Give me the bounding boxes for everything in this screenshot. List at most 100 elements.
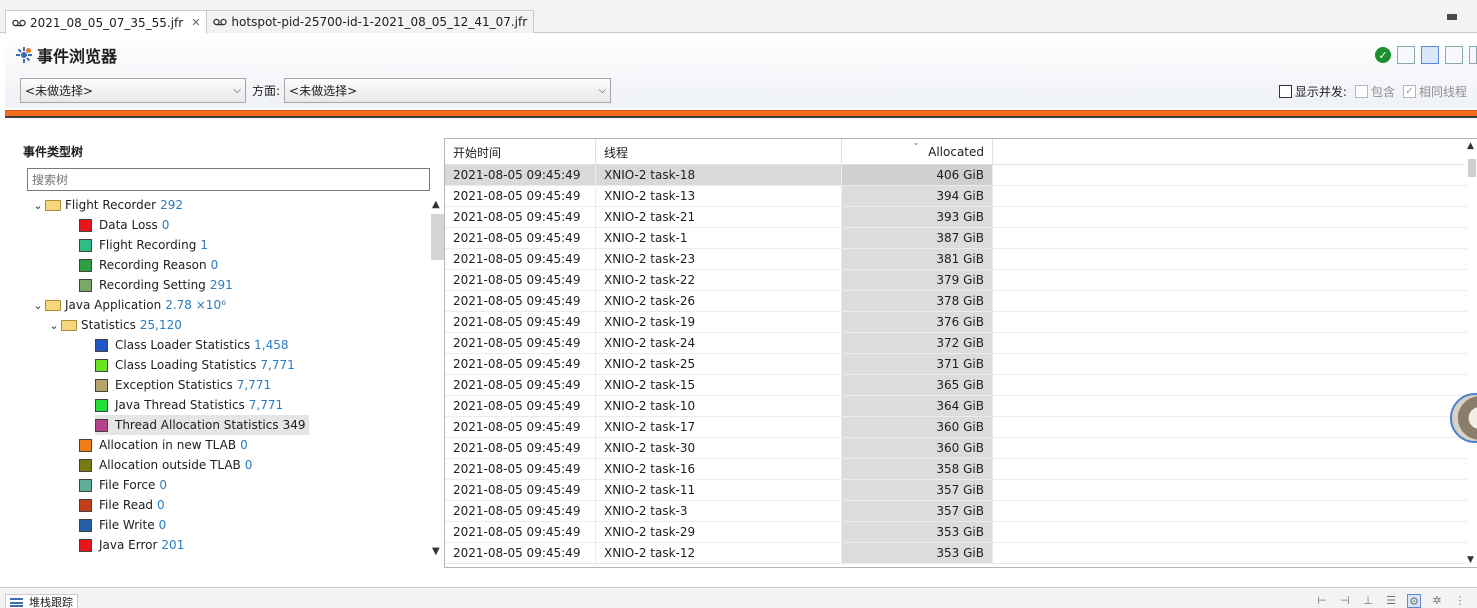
tree-node[interactable]: Allocation outside TLAB 0 bbox=[79, 455, 252, 475]
frame-icon[interactable]: ⊥ bbox=[1361, 594, 1375, 608]
tree-node[interactable]: Java Error 201 bbox=[79, 535, 184, 555]
tree-node[interactable]: Thread Allocation Statistics 349 bbox=[95, 415, 309, 435]
tree-node-count: 0 bbox=[210, 258, 219, 272]
tree-node[interactable]: Recording Setting 291 bbox=[79, 275, 233, 295]
tree-node-label: Thread Allocation Statistics bbox=[115, 418, 279, 432]
chevron-down-icon[interactable]: ⌄ bbox=[31, 199, 45, 212]
bottom-toolbar: ⊢ ⊣ ⊥ ☰ ⚙ ✲ ⋮ bbox=[1315, 594, 1467, 608]
table-scrollbar[interactable]: ▲ ▼ bbox=[1466, 139, 1477, 567]
tree-node[interactable]: File Force 0 bbox=[79, 475, 167, 495]
chevron-down-icon[interactable]: ⌄ bbox=[31, 299, 45, 312]
maximize-icon[interactable] bbox=[1447, 14, 1457, 20]
tree-node[interactable]: Allocation in new TLAB 0 bbox=[79, 435, 248, 455]
tab-recording-2[interactable]: hotspot-pid-25700-id-1-2021_08_05_12_41_… bbox=[206, 10, 535, 33]
add-page-icon[interactable] bbox=[1397, 46, 1415, 64]
checkbox-box[interactable] bbox=[1278, 85, 1292, 98]
table-row[interactable]: 2021-08-05 09:45:49 XNIO-2 task-30 360 GiB bbox=[445, 438, 1467, 459]
event-color-swatch bbox=[79, 458, 92, 472]
same-thread-checkbox[interactable]: ✓ 相同线程 bbox=[1402, 83, 1467, 100]
check-icon[interactable]: ✓ bbox=[1375, 47, 1391, 63]
tree-node[interactable]: ⌄ Statistics 25,120 bbox=[47, 315, 181, 335]
event-color-swatch bbox=[79, 438, 92, 452]
tree-node[interactable]: Class Loader Statistics 1,458 bbox=[95, 335, 289, 355]
column-label: Allocated bbox=[928, 145, 984, 159]
scroll-down-icon[interactable]: ▼ bbox=[1467, 555, 1474, 565]
tree-node-count: 0 bbox=[159, 478, 168, 492]
contains-checkbox[interactable]: 包含 bbox=[1354, 83, 1395, 100]
tree-node-count: 201 bbox=[161, 538, 185, 552]
table-row[interactable]: 2021-08-05 09:45:49 XNIO-2 task-21 393 GiB bbox=[445, 207, 1467, 228]
table-row[interactable]: 2021-08-05 09:45:49 XNIO-2 task-17 360 GiB bbox=[445, 417, 1467, 438]
settings-icon[interactable]: ⚙ bbox=[1407, 594, 1421, 608]
tab-stack-trace[interactable]: 堆栈跟踪 bbox=[5, 594, 78, 608]
tree-node[interactable]: Class Loading Statistics 7,771 bbox=[95, 355, 295, 375]
column-header-thread[interactable]: 线程 bbox=[596, 139, 842, 165]
timeline-bar[interactable] bbox=[5, 110, 1477, 118]
table-row[interactable]: 2021-08-05 09:45:49 XNIO-2 task-3 357 GiB bbox=[445, 501, 1467, 522]
table-row[interactable]: 2021-08-05 09:45:49 XNIO-2 task-15 365 GiB bbox=[445, 375, 1467, 396]
tree-node-label: Exception Statistics bbox=[115, 378, 233, 392]
show-concurrent-checkbox[interactable]: 显示并发: bbox=[1278, 83, 1347, 100]
scroll-up-icon[interactable]: ▲ bbox=[1467, 141, 1474, 151]
recording-file-icon bbox=[12, 19, 26, 27]
grid-view-icon[interactable] bbox=[1421, 46, 1439, 64]
table-row[interactable]: 2021-08-05 09:45:49 XNIO-2 task-1 387 GiB bbox=[445, 228, 1467, 249]
group-icon[interactable]: ⊢ bbox=[1315, 594, 1329, 608]
thread-cell: XNIO-2 task-29 bbox=[596, 522, 842, 542]
tree-node-count: 2.78 ×10⁶ bbox=[165, 298, 226, 312]
thread-cell: XNIO-2 task-15 bbox=[596, 375, 842, 395]
table-row[interactable]: 2021-08-05 09:45:49 XNIO-2 task-11 357 GiB bbox=[445, 480, 1467, 501]
list-view-icon[interactable] bbox=[1445, 46, 1463, 64]
tree-node[interactable]: File Read 0 bbox=[79, 495, 165, 515]
tree-scrollbar[interactable]: ▲ ▼ bbox=[430, 195, 445, 561]
distinguish-frames-icon[interactable]: ⊣ bbox=[1338, 594, 1352, 608]
table-row[interactable]: 2021-08-05 09:45:49 XNIO-2 task-26 378 GiB bbox=[445, 291, 1467, 312]
thread-cell: XNIO-2 task-23 bbox=[596, 249, 842, 269]
tree-node-count: 0 bbox=[240, 438, 248, 452]
scroll-thumb[interactable] bbox=[431, 214, 444, 260]
selection-dropdown[interactable]: <未做选择> ⌵ bbox=[20, 78, 246, 103]
tree-node[interactable]: ⌄ Flight Recorder 292 bbox=[31, 195, 183, 215]
tab-recording-1[interactable]: 2021_08_05_07_35_55.jfr ✕ bbox=[5, 10, 208, 34]
tree-node[interactable]: Flight Recording 1 bbox=[79, 235, 208, 255]
scroll-thumb[interactable] bbox=[1468, 159, 1476, 177]
close-icon[interactable]: ✕ bbox=[191, 16, 200, 29]
tree-layout-icon[interactable]: ☰ bbox=[1384, 594, 1398, 608]
tab-label: hotspot-pid-25700-id-1-2021_08_05_12_41_… bbox=[231, 15, 528, 29]
scroll-down-icon[interactable]: ▼ bbox=[432, 546, 440, 557]
column-header-start-time[interactable]: 开始时间 bbox=[445, 139, 596, 165]
table-row[interactable]: 2021-08-05 09:45:49 XNIO-2 task-23 381 GiB bbox=[445, 249, 1467, 270]
table-row[interactable]: 2021-08-05 09:45:49 XNIO-2 task-10 364 GiB bbox=[445, 396, 1467, 417]
table-row[interactable]: 2021-08-05 09:45:49 XNIO-2 task-16 358 GiB bbox=[445, 459, 1467, 480]
table-row[interactable]: 2021-08-05 09:45:49 XNIO-2 task-24 372 GiB bbox=[445, 333, 1467, 354]
table-row[interactable]: 2021-08-05 09:45:49 XNIO-2 task-22 379 GiB bbox=[445, 270, 1467, 291]
filter-icon[interactable]: ✲ bbox=[1430, 594, 1444, 608]
tree-node[interactable]: Recording Reason 0 bbox=[79, 255, 218, 275]
facet-dropdown[interactable]: <未做选择> ⌵ bbox=[284, 78, 612, 103]
column-header-allocated[interactable]: ⌄ Allocated bbox=[842, 139, 993, 165]
tree-node-label: Flight Recorder bbox=[65, 198, 157, 212]
tree-node[interactable]: Exception Statistics 7,771 bbox=[95, 375, 271, 395]
chevron-down-icon: ⌵ bbox=[233, 85, 241, 96]
checkbox-box[interactable] bbox=[1354, 85, 1368, 98]
tree-node[interactable]: Data Loss 0 bbox=[79, 215, 169, 235]
table-row[interactable]: 2021-08-05 09:45:49 XNIO-2 task-18 406 GiB bbox=[445, 165, 1467, 186]
layout-icon[interactable] bbox=[1469, 46, 1477, 64]
allocated-cell: 372 GiB bbox=[842, 333, 993, 353]
chevron-down-icon[interactable]: ⌄ bbox=[47, 319, 61, 332]
checkbox-box[interactable]: ✓ bbox=[1402, 85, 1416, 98]
table-row[interactable]: 2021-08-05 09:45:49 XNIO-2 task-13 394 GiB bbox=[445, 186, 1467, 207]
menu-icon[interactable]: ⋮ bbox=[1453, 594, 1467, 608]
tree-node[interactable]: Java Thread Statistics 7,771 bbox=[95, 395, 283, 415]
table-row[interactable]: 2021-08-05 09:45:49 XNIO-2 task-12 353 GiB bbox=[445, 543, 1467, 564]
scroll-up-icon[interactable]: ▲ bbox=[432, 199, 440, 210]
tree-search-input[interactable] bbox=[27, 168, 430, 191]
tree-node[interactable]: ⌄ Java Application 2.78 ×10⁶ bbox=[31, 295, 226, 315]
table-row[interactable]: 2021-08-05 09:45:49 XNIO-2 task-29 353 GiB bbox=[445, 522, 1467, 543]
table-row[interactable]: 2021-08-05 09:45:49 XNIO-2 task-19 376 GiB bbox=[445, 312, 1467, 333]
tree-node-count: 0 bbox=[157, 498, 165, 512]
allocated-cell: 381 GiB bbox=[842, 249, 993, 269]
tree-node[interactable]: File Write 0 bbox=[79, 515, 166, 535]
table-row[interactable]: 2021-08-05 09:45:49 XNIO-2 task-25 371 GiB bbox=[445, 354, 1467, 375]
start-time-cell: 2021-08-05 09:45:49 bbox=[445, 186, 596, 206]
